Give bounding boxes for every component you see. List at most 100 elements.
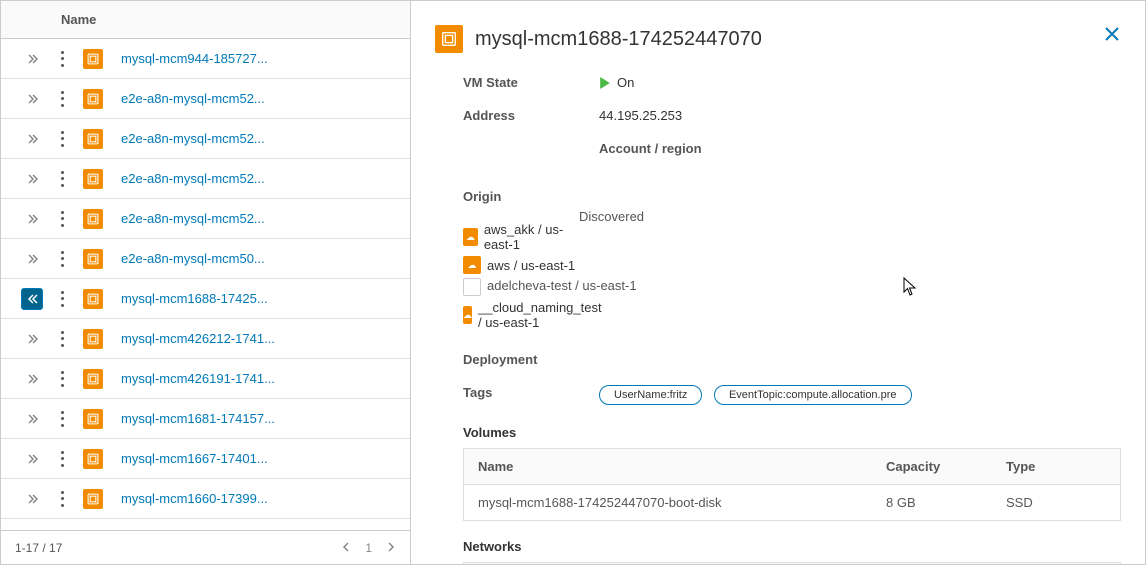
list-item[interactable]: mysql-mcm426191-1741...	[1, 359, 410, 399]
kebab-icon[interactable]	[61, 131, 65, 147]
resource-link[interactable]: mysql-mcm426191-1741...	[121, 371, 275, 386]
table-row[interactable]: mysql-mcm1688-174252447070-boot-disk 8 G…	[464, 485, 1120, 520]
kebab-icon[interactable]	[61, 291, 65, 307]
kebab-icon[interactable]	[61, 491, 65, 507]
networks-title: Networks	[463, 539, 1121, 554]
pager-page: 1	[365, 541, 372, 555]
col-capacity[interactable]: Capacity	[886, 459, 1006, 474]
pager: 1	[341, 541, 396, 555]
list-footer: 1-17 / 17 1	[1, 530, 410, 564]
list-item[interactable]: mysql-mcm426212-1741...	[1, 319, 410, 359]
tag-pill[interactable]: EventTopic:compute.allocation.pre	[714, 385, 912, 405]
volumes-table: Name Capacity Type mysql-mcm1688-1742524…	[463, 448, 1121, 521]
vm-icon	[83, 449, 103, 469]
account-text: aws_akk / us-east-1	[484, 222, 579, 252]
expand-icon[interactable]	[21, 88, 43, 110]
kebab-icon[interactable]	[61, 171, 65, 187]
list-item[interactable]: mysql-mcm1660-17399...	[1, 479, 410, 519]
list-item[interactable]: e2e-a8n-mysql-mcm52...	[1, 199, 410, 239]
vm-icon	[83, 369, 103, 389]
vm-state-value: On	[599, 75, 1121, 90]
collapse-icon[interactable]	[21, 288, 43, 310]
list-item[interactable]: mysql-mcm944-185727...	[1, 39, 410, 79]
list-header-name[interactable]: Name	[1, 1, 410, 39]
resource-link[interactable]: e2e-a8n-mysql-mcm52...	[121, 171, 265, 186]
address-label: Address	[463, 108, 579, 123]
vm-icon	[435, 25, 463, 53]
aws-icon: ☁	[463, 256, 481, 274]
resource-link[interactable]: e2e-a8n-mysql-mcm50...	[121, 251, 265, 266]
list-item[interactable]: e2e-a8n-mysql-mcm52...	[1, 159, 410, 199]
vm-icon	[83, 89, 103, 109]
vm-icon	[83, 409, 103, 429]
resource-link[interactable]: mysql-mcm944-185727...	[121, 51, 268, 66]
origin-label: Origin	[463, 189, 579, 204]
resource-link[interactable]: e2e-a8n-mysql-mcm52...	[121, 131, 265, 146]
vm-icon	[83, 289, 103, 309]
resource-link[interactable]: mysql-mcm426212-1741...	[121, 331, 275, 346]
list-item[interactable]: e2e-a8n-mysql-mcm52...	[1, 79, 410, 119]
kebab-icon[interactable]	[61, 91, 65, 107]
tags-label: Tags	[463, 385, 579, 405]
expand-icon[interactable]	[21, 488, 43, 510]
vm-icon	[83, 49, 103, 69]
kebab-icon[interactable]	[61, 51, 65, 67]
vm-state-text: On	[617, 75, 634, 90]
vol-capacity: 8 GB	[886, 495, 1006, 510]
detail-pane[interactable]: mysql-mcm1688-174252447070 VM State On A…	[411, 1, 1145, 564]
expand-icon[interactable]	[21, 408, 43, 430]
resource-link[interactable]: mysql-mcm1667-17401...	[121, 451, 268, 466]
vm-icon	[83, 249, 103, 269]
vm-icon	[83, 169, 103, 189]
close-icon[interactable]	[1103, 25, 1121, 46]
expand-icon[interactable]	[21, 368, 43, 390]
pager-prev[interactable]	[341, 541, 351, 555]
list-item[interactable]: mysql-mcm1688-17425...	[1, 279, 410, 319]
account-text: adelcheva-test / us-east-1	[487, 278, 637, 293]
list-item[interactable]: mysql-mcm1667-17401...	[1, 439, 410, 479]
col-type[interactable]: Type	[1006, 459, 1106, 474]
account-label: Account / region	[599, 141, 1121, 204]
expand-icon[interactable]	[21, 448, 43, 470]
origin-value: Discovered	[579, 209, 644, 224]
list-item[interactable]: e2e-a8n-mysql-mcm52...	[1, 119, 410, 159]
pager-next[interactable]	[386, 541, 396, 555]
resource-list-pane: Name mysql-mcm944-185727... e2e-a8n-mysql…	[1, 1, 411, 564]
account-text: aws / us-east-1	[487, 258, 575, 273]
aws-icon: ☁	[463, 306, 472, 324]
play-icon	[599, 77, 611, 89]
tags-value: UserName:fritz EventTopic:compute.alloca…	[599, 385, 1121, 405]
kebab-icon[interactable]	[61, 251, 65, 267]
kebab-icon[interactable]	[61, 211, 65, 227]
expand-icon[interactable]	[21, 328, 43, 350]
kebab-icon[interactable]	[61, 451, 65, 467]
aws-icon: ☁	[463, 228, 478, 246]
resource-link[interactable]: mysql-mcm1660-17399...	[121, 491, 268, 506]
address-value: 44.195.25.253	[599, 108, 1121, 123]
col-name[interactable]: Name	[478, 459, 886, 474]
account-value: ☁aws_akk / us-east-1 ☁aws / us-east-1 ☁ …	[463, 222, 579, 334]
discovered-icon: ☁	[463, 278, 481, 296]
expand-icon[interactable]	[21, 48, 43, 70]
kebab-icon[interactable]	[61, 371, 65, 387]
expand-icon[interactable]	[21, 248, 43, 270]
resource-link[interactable]: e2e-a8n-mysql-mcm52...	[121, 91, 265, 106]
resource-link[interactable]: e2e-a8n-mysql-mcm52...	[121, 211, 265, 226]
vm-icon	[83, 329, 103, 349]
expand-icon[interactable]	[21, 128, 43, 150]
expand-icon[interactable]	[21, 168, 43, 190]
resource-link[interactable]: mysql-mcm1688-17425...	[121, 291, 268, 306]
kebab-icon[interactable]	[61, 331, 65, 347]
kebab-icon[interactable]	[61, 411, 65, 427]
vm-icon	[83, 489, 103, 509]
resource-link[interactable]: mysql-mcm1681-174157...	[121, 411, 275, 426]
resource-list-scroll[interactable]: mysql-mcm944-185727... e2e-a8n-mysql-mcm5…	[1, 39, 410, 530]
list-item[interactable]: mysql-mcm1681-174157...	[1, 399, 410, 439]
tag-pill[interactable]: UserName:fritz	[599, 385, 702, 405]
list-item[interactable]: e2e-a8n-mysql-mcm50...	[1, 239, 410, 279]
vm-icon	[83, 209, 103, 229]
vm-state-label: VM State	[463, 75, 579, 90]
expand-icon[interactable]	[21, 208, 43, 230]
volumes-title: Volumes	[463, 425, 1121, 440]
account-text: __cloud_naming_test / us-east-1	[478, 300, 602, 330]
